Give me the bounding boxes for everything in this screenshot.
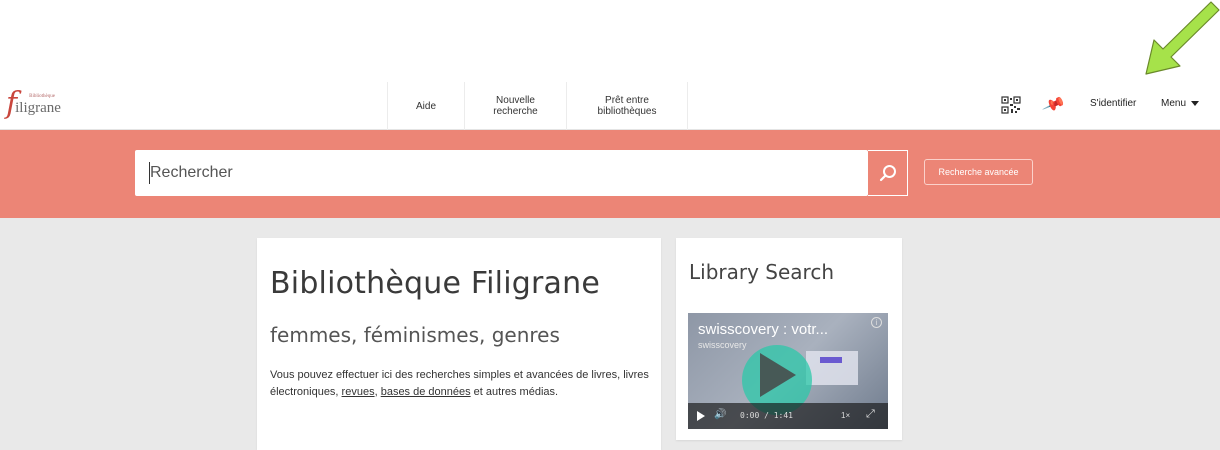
search-band: Recherche avancée <box>0 130 1220 218</box>
search-button[interactable] <box>868 150 908 196</box>
pin-icon[interactable]: 📌 <box>1041 92 1067 118</box>
video-thumbnail-bar <box>820 357 842 363</box>
video-time: 0:00 / 1:41 <box>740 411 793 420</box>
fullscreen-icon[interactable]: ⤢ <box>866 408 875 421</box>
desc-text-3: et autres médias. <box>470 386 559 398</box>
link-revues[interactable]: revues <box>342 386 375 398</box>
content-area: Bibliothèque Filigrane femmes, féminisme… <box>0 218 1220 450</box>
search-box <box>135 150 868 196</box>
search-input[interactable] <box>135 150 868 196</box>
library-search-card: Library Search swisscovery : votr... swi… <box>676 238 902 440</box>
play-icon[interactable] <box>697 411 705 421</box>
qr-code-icon[interactable] <box>1001 96 1021 114</box>
intro-card: Bibliothèque Filigrane femmes, féminisme… <box>257 238 661 450</box>
page-subtitle: femmes, féminismes, genres <box>270 323 560 347</box>
chevron-down-icon <box>1191 100 1200 106</box>
intro-description: Vous pouvez effectuer ici des recherches… <box>270 367 660 401</box>
header-tools: 📌 S'identifier Menu <box>0 82 1220 130</box>
library-search-title: Library Search <box>689 260 834 284</box>
info-icon[interactable]: i <box>871 317 882 328</box>
playback-speed[interactable]: 1× <box>841 411 850 420</box>
menu-label: Menu <box>1161 98 1187 109</box>
big-play-icon[interactable] <box>760 353 796 397</box>
search-icon <box>879 165 896 182</box>
text-cursor <box>149 162 150 184</box>
page-title: Bibliothèque Filigrane <box>270 266 600 301</box>
video-controls: 🔊 0:00 / 1:41 1× ⤢ <box>688 403 888 429</box>
menu-button[interactable]: Menu <box>1161 98 1200 109</box>
top-navigation-bar: f Bibliothèque iligrane Aide Nouvelle re… <box>0 82 1220 130</box>
video-player[interactable]: swisscovery : votr... swisscovery i 🔊 0:… <box>688 313 888 429</box>
link-bases-de-donnees[interactable]: bases de données <box>381 386 471 398</box>
volume-icon[interactable]: 🔊 <box>714 409 726 420</box>
video-channel: swisscovery <box>698 340 747 350</box>
video-title: swisscovery : votr... <box>698 321 829 338</box>
advanced-search-button[interactable]: Recherche avancée <box>924 159 1033 185</box>
annotation-arrow-icon <box>1145 1 1220 75</box>
sign-in-link[interactable]: S'identifier <box>1090 98 1136 109</box>
page: f Bibliothèque iligrane Aide Nouvelle re… <box>0 0 1220 450</box>
